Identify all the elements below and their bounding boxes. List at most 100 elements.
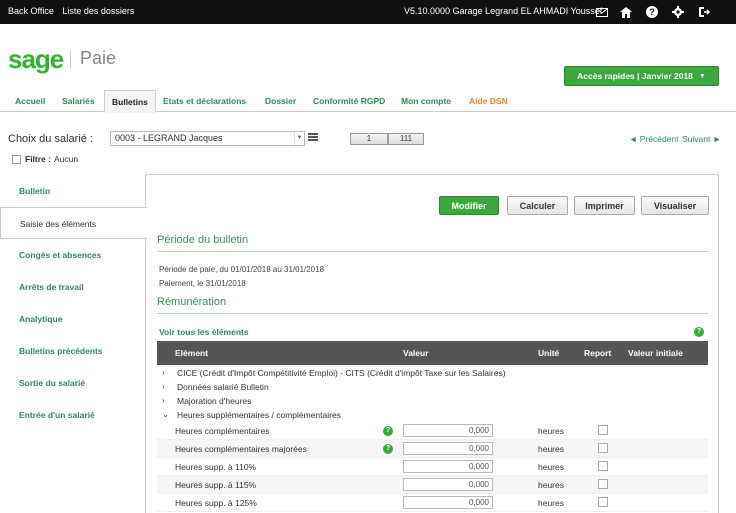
side-item-sortie-salarie[interactable]: Sortie du salarié: [0, 367, 146, 399]
single-employee-toggle[interactable]: 1: [350, 133, 388, 145]
calculer-button[interactable]: Calculer: [507, 196, 568, 215]
side-item-analytique[interactable]: Analytique: [0, 303, 146, 335]
nav-salaries[interactable]: Salariés: [55, 90, 102, 112]
version-company-user: V5.10.0000 Garage Legrand EL AHMADI Yous…: [404, 6, 603, 16]
side-item-bulletin[interactable]: Bulletin: [0, 175, 146, 207]
group-label: CICE (Crédit d'Impôt Compétitivité Emplo…: [177, 368, 506, 378]
row-label: Heures complémentaires majorées: [175, 444, 307, 454]
value-input[interactable]: 0,000: [403, 460, 493, 473]
col-unite: Unité: [538, 348, 560, 358]
table-row: Heures supp. à 115% 0,000 heures: [157, 476, 708, 494]
all-employees-toggle[interactable]: 111: [388, 133, 424, 145]
gear-icon[interactable]: [671, 5, 685, 19]
employee-choice-label: Choix du salarié :: [8, 133, 93, 145]
modifier-button[interactable]: Modifier: [439, 196, 499, 215]
previous-link[interactable]: ◄ Précédent: [629, 134, 679, 144]
logo-divider: [70, 50, 71, 68]
col-report: Report: [584, 348, 612, 358]
value-input[interactable]: 0,000: [403, 478, 493, 491]
side-item-entree-salarie[interactable]: Entrée d'un salarié: [0, 399, 146, 431]
row-label: Heures supp. à 125%: [175, 498, 257, 508]
imprimer-button[interactable]: Imprimer: [574, 196, 635, 215]
filter-value: Aucun: [53, 154, 79, 164]
liste-dossiers-link[interactable]: Liste des dossiers: [62, 6, 134, 16]
periode-text: Période de paie, du 01/01/2018 au 31/01/…: [159, 265, 325, 274]
chevron-right-icon: ›: [162, 396, 165, 405]
list-icon[interactable]: [308, 133, 318, 143]
unit-label: heures: [538, 480, 564, 490]
nav-mon-compte[interactable]: Mon compte: [394, 90, 458, 112]
row-label: Heures complémentaires: [175, 426, 270, 436]
quick-access-button[interactable]: Accès rapides | Janvier 2018 ▼: [564, 66, 719, 86]
help-icon[interactable]: ?: [645, 5, 659, 19]
table-row: Heures supp. à 110% 0,000 heures: [157, 458, 708, 476]
side-item-conges-absences[interactable]: Congés et absences: [0, 239, 146, 271]
paiement-text: Paiement, le 31/01/2018: [159, 279, 246, 288]
table-header: Elément Valeur Unité Report Valeur initi…: [157, 341, 708, 365]
table-row: Heures supp. à 125% 0,000 heures: [157, 494, 708, 512]
employee-select[interactable]: 0003 - LEGRAND Jacques ▼: [110, 131, 305, 146]
report-checkbox[interactable]: [598, 425, 608, 435]
filter-checkbox[interactable]: [12, 154, 21, 164]
group-row[interactable]: ⌄ Heures supplémentaires / complémentair…: [157, 408, 708, 422]
group-row[interactable]: › Données salarié Bulletin: [157, 380, 708, 394]
content-panel: Modifier Calculer Imprimer Visualiser Pé…: [145, 174, 719, 513]
table-row: Heures complémentaires? 0,000 heures: [157, 422, 708, 440]
filter: Filtre : Aucun: [12, 154, 78, 164]
voir-tous-link[interactable]: Voir tous les éléments: [159, 327, 249, 337]
help-circle-icon[interactable]: ?: [694, 327, 704, 337]
nav-dossier[interactable]: Dossier: [258, 90, 303, 112]
employee-selected-value: 0003 - LEGRAND Jacques: [115, 133, 223, 143]
nav-conformite-rgpd[interactable]: Conformité RGPD: [306, 90, 392, 112]
group-row[interactable]: › CICE (Crédit d'Impôt Compétitivité Emp…: [157, 366, 708, 380]
unit-label: heures: [538, 498, 564, 508]
quick-access-label: Accès rapides | Janvier 2018: [577, 71, 693, 81]
value-input[interactable]: 0,000: [403, 496, 493, 509]
remuneration-title: Rémunération: [157, 296, 227, 308]
visualiser-button[interactable]: Visualiser: [641, 196, 709, 215]
group-label: Données salarié Bulletin: [177, 382, 269, 392]
report-checkbox[interactable]: [598, 461, 608, 471]
home-icon[interactable]: [619, 5, 633, 19]
side-item-saisie-elements[interactable]: Saisie des éléments: [0, 207, 147, 239]
report-checkbox[interactable]: [598, 497, 608, 507]
value-input[interactable]: 0,000: [403, 442, 493, 455]
value-input[interactable]: 0,000: [403, 424, 493, 437]
logout-icon[interactable]: [697, 5, 711, 19]
nav-aide-dsn[interactable]: Aide DSN: [462, 90, 515, 112]
caret-down-icon: ▼: [698, 72, 706, 80]
col-element: Elément: [175, 348, 209, 358]
chevron-down-icon: ⌄: [162, 410, 169, 419]
row-label: Heures supp. à 110%: [175, 462, 257, 472]
side-menu: Bulletin Saisie des éléments Congés et a…: [0, 175, 147, 431]
chevron-right-icon: ›: [162, 368, 165, 377]
help-circle-icon[interactable]: ?: [383, 426, 393, 436]
app-name: Paie: [80, 48, 117, 68]
help-circle-icon[interactable]: ?: [383, 444, 393, 454]
nav-accueil[interactable]: Accueil: [8, 90, 52, 112]
svg-text:?: ?: [649, 7, 655, 17]
chevron-right-icon: ›: [162, 382, 165, 391]
col-valeur-initiale: Valeur initiale: [628, 348, 683, 358]
unit-label: heures: [538, 462, 564, 472]
chevron-down-icon: ▼: [294, 132, 304, 145]
filter-label: Filtre :: [25, 154, 51, 164]
col-valeur: Valeur: [403, 348, 429, 358]
main-nav: Accueil Salariés Bulletins Etats et décl…: [0, 90, 736, 113]
periode-title: Période du bulletin: [157, 234, 249, 246]
report-checkbox[interactable]: [598, 479, 608, 489]
row-label: Heures supp. à 115%: [175, 480, 257, 490]
group-label: Majoration d'heures: [177, 396, 252, 406]
sage-logo: sage: [8, 44, 64, 74]
next-link[interactable]: Suivant ►: [682, 134, 721, 144]
nav-bulletins[interactable]: Bulletins: [104, 90, 156, 113]
unit-label: heures: [538, 426, 564, 436]
mail-icon[interactable]: [595, 5, 609, 19]
nav-etats-declarations[interactable]: Etats et déclarations: [156, 90, 253, 112]
back-office-link[interactable]: Back Office: [8, 6, 54, 16]
group-row[interactable]: › Majoration d'heures: [157, 394, 708, 408]
report-checkbox[interactable]: [598, 443, 608, 453]
side-item-bulletins-precedents[interactable]: Bulletins précédents: [0, 335, 146, 367]
unit-label: heures: [538, 444, 564, 454]
side-item-arrets-travail[interactable]: Arrêts de travail: [0, 271, 146, 303]
